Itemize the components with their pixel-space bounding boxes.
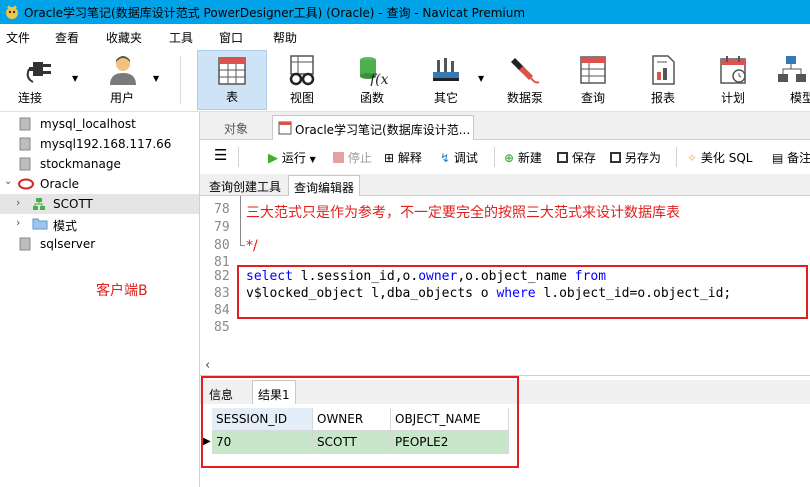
debug-button[interactable]: ↯ 调试 (440, 149, 478, 166)
explain-icon: ⊞ (384, 151, 395, 165)
tab-query-editor[interactable]: 查询编辑器 (288, 175, 361, 196)
function-icon: f(x) (360, 57, 388, 86)
notes-button[interactable]: ▤ 备注 (772, 149, 810, 166)
tree-item-oracle[interactable]: ⌄ Oracle (0, 174, 199, 194)
menu-favorites[interactable]: 收藏夹 (106, 29, 142, 46)
folder-icon (32, 218, 48, 230)
new-icon: ⊕ (504, 151, 515, 165)
model-button[interactable]: 模型 (772, 50, 810, 110)
editor-line: 78 三大范式只是作为参考，不一定要完全的按照三大范式来设计数据库表 (214, 202, 680, 221)
server-icon (19, 157, 31, 171)
view-icon (289, 55, 315, 86)
fold-marker (240, 196, 241, 246)
query-button[interactable]: 查询 (562, 50, 624, 110)
server-icon (19, 117, 31, 131)
tree-item-stockmanage[interactable]: stockmanage (0, 154, 199, 174)
user-button[interactable]: 用户 (92, 50, 154, 110)
menu-help[interactable]: 帮助 (273, 29, 297, 46)
report-button[interactable]: 报表 (632, 50, 694, 110)
toolbar-divider (238, 147, 239, 167)
menu-file[interactable]: 文件 (6, 29, 30, 46)
view-button[interactable]: 视图 (270, 50, 334, 110)
connect-button[interactable]: 连接 (10, 50, 72, 110)
debug-icon: ↯ (440, 151, 451, 165)
chevron-down-icon: ▼ (309, 155, 316, 164)
save-as-icon (610, 152, 621, 163)
stop-button[interactable]: 停止 (333, 149, 372, 166)
tree-item-schema[interactable]: › 模式 (0, 214, 199, 234)
calendar-icon (720, 56, 746, 84)
toolbar-divider (676, 147, 677, 167)
chevron-right-icon[interactable]: › (16, 196, 20, 209)
new-button[interactable]: ⊕ 新建 (504, 149, 542, 166)
main-toolbar: 连接 ▼ 用户 ▼ 表 视图 f(x 函数 其它 ▼ 数据泵 查询 报表 计划 … (0, 48, 810, 112)
chevron-down-icon[interactable]: ▼ (72, 74, 78, 83)
save-button[interactable]: 保存 (557, 149, 596, 166)
tab-objects[interactable]: 对象 (206, 115, 268, 140)
chevron-left-icon[interactable]: ‹ (205, 358, 210, 373)
tree-item-sqlserver[interactable]: sqlserver (0, 234, 199, 254)
data-pump-button[interactable]: 数据泵 (494, 50, 556, 110)
client-annotation: 客户端B (96, 283, 148, 299)
chevron-down-icon[interactable]: ▼ (478, 74, 484, 83)
stop-icon (333, 152, 344, 163)
window-title: Oracle学习笔记(数据库设计范式 PowerDesigner工具) (Ora… (24, 6, 526, 20)
result-highlight-box (201, 376, 519, 468)
menu-bar: 文件 查看 收藏夹 工具 窗口 帮助 (0, 24, 810, 48)
run-button[interactable]: ▶ 运行 ▼ (268, 149, 316, 166)
model-icon (778, 56, 806, 82)
tab-query-builder[interactable]: 查询创建工具 (204, 175, 286, 196)
editor-line: 80 */ (214, 238, 258, 254)
user-icon (110, 56, 136, 85)
menu-tools[interactable]: 工具 (169, 29, 193, 46)
query-icon (580, 56, 606, 84)
function-button[interactable]: f(x) 函数 (340, 50, 404, 110)
tree-item-mysql-localhost[interactable]: mysql_localhost (0, 114, 199, 134)
editor-line: 79 (214, 220, 230, 235)
table-button[interactable]: 表 (197, 50, 267, 110)
play-icon: ▶ (268, 151, 278, 166)
horizontal-scrollbar[interactable]: ‹ (200, 357, 810, 375)
pump-icon (511, 58, 540, 84)
save-icon (557, 152, 568, 163)
table-icon (218, 57, 246, 85)
schedule-button[interactable]: 计划 (702, 50, 764, 110)
save-as-button[interactable]: 另存为 (610, 149, 661, 166)
tools-icon (433, 58, 459, 81)
query-toolbar: ☰ ▶ 运行 ▼ 停止 ⊞ 解释 ↯ 调试 ⊕ 新建 保存 另存为 ✧ 美化 S… (200, 140, 810, 174)
document-tabs: 对象 Oracle学习笔记(数据库设计范... (200, 112, 810, 140)
explain-button[interactable]: ⊞ 解释 (384, 149, 422, 166)
title-bar: Oracle学习笔记(数据库设计范式 PowerDesigner工具) (Ora… (0, 0, 810, 24)
editor-subtabs: 查询创建工具 查询编辑器 (200, 174, 810, 196)
menu-window[interactable]: 窗口 (219, 29, 243, 46)
chevron-down-icon[interactable]: ⌄ (4, 176, 12, 187)
editor-line: 85 (214, 320, 230, 335)
tree-item-scott[interactable]: › SCOTT (0, 194, 199, 214)
navicat-logo-icon (6, 5, 18, 19)
report-icon (652, 55, 675, 85)
sql-highlight-box (237, 265, 808, 319)
magic-wand-icon: ✧ (687, 151, 698, 165)
query-icon (278, 121, 292, 135)
plug-icon (26, 62, 51, 83)
tab-query[interactable]: Oracle学习笔记(数据库设计范... (272, 115, 474, 140)
chevron-right-icon[interactable]: › (16, 216, 20, 229)
connection-tree: mysql_localhost mysql192.168.117.66 stoc… (0, 112, 200, 487)
server-icon (19, 137, 31, 151)
server-icon (19, 237, 31, 251)
toolbar-divider (494, 147, 495, 167)
svg-text:f(x): f(x) (369, 72, 388, 86)
toolbar-divider (180, 56, 181, 104)
schema-icon (33, 198, 45, 210)
notes-icon: ▤ (772, 151, 784, 165)
hamburger-menu-icon[interactable]: ☰ (214, 146, 227, 164)
menu-view[interactable]: 查看 (55, 29, 79, 46)
fold-marker (240, 245, 245, 246)
tree-item-mysql-remote[interactable]: mysql192.168.117.66 (0, 134, 199, 154)
others-button[interactable]: 其它 (414, 50, 478, 110)
beautify-sql-button[interactable]: ✧ 美化 SQL (687, 149, 752, 166)
chevron-down-icon[interactable]: ▼ (153, 74, 159, 83)
oracle-icon (18, 178, 34, 190)
